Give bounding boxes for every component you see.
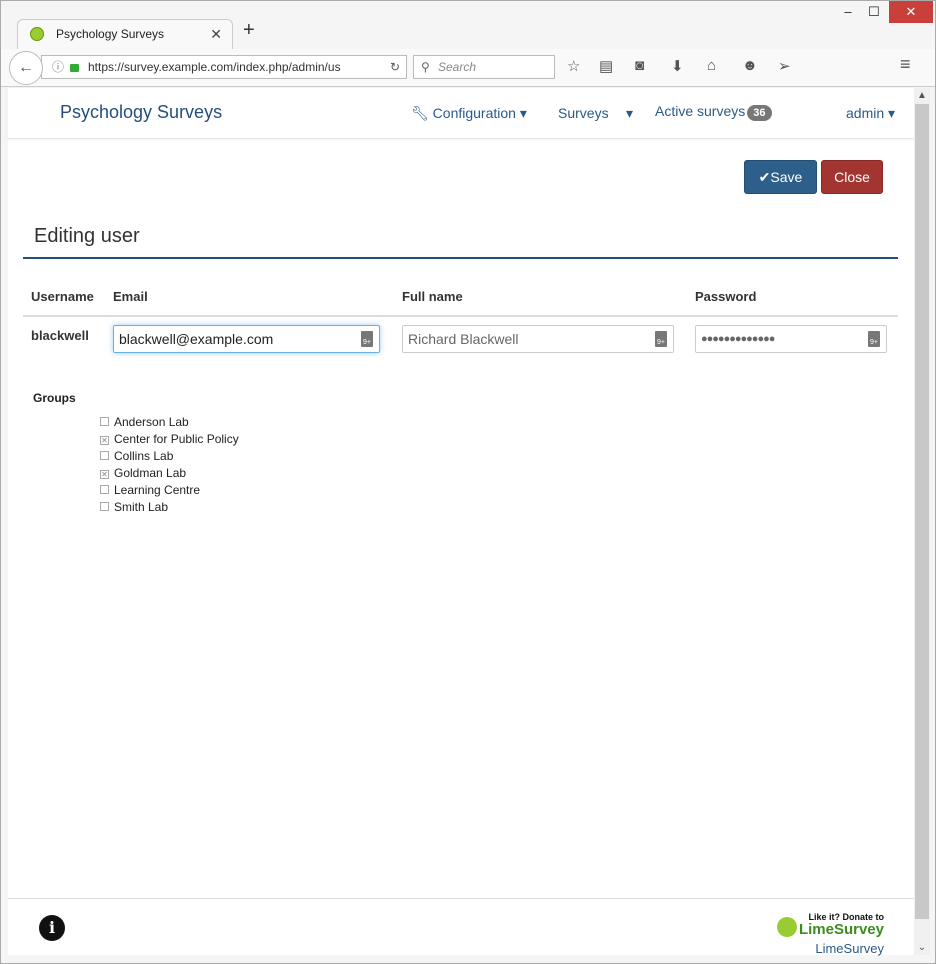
download-icon[interactable]: ⬇ [671, 57, 684, 75]
group-checkbox-checked[interactable]: ✕ [100, 436, 109, 445]
header-username: Username [31, 289, 94, 304]
scroll-up-arrow[interactable]: ▲ [914, 90, 930, 101]
surveys-menu[interactable]: Surveys [558, 105, 609, 121]
groups-list: Anderson Lab ✕ Center for Public Policy Col… [100, 414, 239, 516]
wrench-icon: 🔧︎ [411, 105, 429, 121]
emoji-icon[interactable]: ☻ [742, 57, 758, 74]
configuration-menu[interactable]: 🔧︎ Configuration ▾ [411, 105, 527, 122]
donate-brand: LimeSurvey [798, 921, 884, 938]
header-full-name: Full name [402, 289, 463, 304]
tab-close-icon[interactable]: ✕ [210, 20, 222, 48]
email-value: blackwell@example.com [119, 331, 274, 347]
menu-icon[interactable]: ≡ [900, 54, 911, 75]
username-value: blackwell [31, 328, 89, 343]
tab-title: Psychology Surveys [56, 27, 165, 41]
group-checkbox[interactable] [100, 502, 109, 511]
brand-link[interactable]: Psychology Surveys [60, 102, 222, 123]
group-checkbox-checked[interactable]: ✕ [100, 470, 109, 479]
browser-tab[interactable]: Psychology Surveys ✕ [17, 19, 233, 49]
browser-toolbar: ← ⓘ https://survey.example.com/index.php… [1, 49, 935, 87]
title-divider [23, 257, 898, 259]
group-name: Center for Public Policy [114, 432, 239, 446]
surveys-label: Surveys [558, 105, 609, 121]
header-email: Email [113, 289, 148, 304]
configuration-label: Configuration [432, 105, 516, 121]
save-button[interactable]: ✔Save [744, 160, 817, 194]
page-title: Editing user [34, 225, 140, 247]
pocket-icon[interactable]: ◙ [635, 57, 644, 74]
password-manager-icon[interactable]: 9+ [361, 331, 373, 347]
check-icon: ✔ [758, 169, 771, 185]
home-icon[interactable]: ⌂ [707, 57, 716, 74]
group-name: Collins Lab [114, 449, 174, 463]
top-navbar: Psychology Surveys 🔧︎ Configuration ▾ Su… [8, 88, 914, 139]
surveys-dropdown-caret[interactable]: ▾ [626, 105, 633, 122]
reload-icon[interactable]: ↻ [385, 56, 400, 78]
full-name-field[interactable]: Richard Blackwell 9+ [402, 325, 674, 353]
group-item: ✕ Center for Public Policy [100, 431, 239, 448]
url-text: https://survey.example.com/index.php/adm… [88, 60, 341, 74]
email-field[interactable]: blackwell@example.com 9+ [113, 325, 380, 353]
password-field[interactable]: ●●●●●●●●●●●●● 9+ [695, 325, 887, 353]
scrollbar-thumb[interactable] [915, 104, 929, 919]
full-name-value: Richard Blackwell [408, 331, 519, 347]
password-manager-icon[interactable]: 9+ [868, 331, 880, 347]
limesurvey-link[interactable]: LimeSurvey [799, 941, 884, 956]
lock-icon [70, 64, 79, 72]
limesurvey-favicon-icon [30, 27, 44, 41]
footer: i Like it? Donate to LimeSurvey LimeSurv… [8, 898, 914, 958]
url-bar[interactable]: ⓘ https://survey.example.com/index.php/a… [41, 55, 407, 79]
admin-label: admin [846, 105, 885, 121]
group-item: Smith Lab [100, 499, 239, 516]
close-button[interactable]: Close [821, 160, 883, 194]
header-password: Password [695, 289, 757, 304]
group-name: Anderson Lab [114, 415, 189, 429]
group-name: Goldman Lab [114, 466, 187, 480]
save-label: Save [770, 169, 803, 185]
group-checkbox[interactable] [100, 451, 109, 460]
browser-search-input[interactable]: ⚲ Search [413, 55, 555, 79]
active-surveys-link[interactable]: Active surveys 36 [655, 103, 772, 121]
group-name: Smith Lab [114, 500, 169, 514]
active-surveys-label: Active surveys [655, 103, 746, 119]
search-placeholder: Search [438, 60, 477, 74]
group-item: Collins Lab [100, 448, 239, 465]
group-item: Anderson Lab [100, 414, 239, 431]
vertical-scrollbar[interactable]: ▲ ⌄ [914, 88, 930, 955]
new-tab-button[interactable]: + [243, 19, 255, 42]
back-button[interactable]: ← [9, 51, 43, 85]
header-divider [23, 315, 898, 317]
password-manager-icon[interactable]: 9+ [655, 331, 667, 347]
lime-logo-icon [776, 917, 797, 937]
bookmark-star-icon[interactable]: ☆ [567, 57, 580, 75]
groups-label: Groups [33, 391, 76, 405]
send-icon[interactable]: ➢ [778, 57, 791, 75]
admin-menu[interactable]: admin ▾ [846, 105, 895, 122]
group-name: Learning Centre [114, 483, 201, 497]
group-checkbox[interactable] [100, 485, 109, 494]
window-close-button[interactable]: ✕ [889, 1, 933, 23]
group-checkbox[interactable] [100, 417, 109, 426]
scroll-down-arrow[interactable]: ⌄ [914, 942, 930, 953]
reading-list-icon[interactable]: ▤ [599, 57, 613, 75]
browser-window: ‒ ☐ ✕ Psychology Surveys ✕ + ← ⓘ https:/… [0, 0, 936, 964]
maximize-button[interactable]: ☐ [859, 1, 889, 23]
search-icon: ⚲ [421, 60, 430, 74]
donate-link[interactable]: Like it? Donate to LimeSurvey LimeSurvey [776, 912, 884, 956]
page-content: Psychology Surveys 🔧︎ Configuration ▾ Su… [8, 88, 914, 958]
info-icon[interactable]: ⓘ [52, 56, 64, 78]
group-item: ✕ Goldman Lab [100, 465, 239, 482]
active-surveys-badge: 36 [747, 105, 772, 121]
group-item: Learning Centre [100, 482, 239, 499]
password-value: ●●●●●●●●●●●●● [701, 333, 775, 345]
info-icon[interactable]: i [39, 915, 65, 941]
